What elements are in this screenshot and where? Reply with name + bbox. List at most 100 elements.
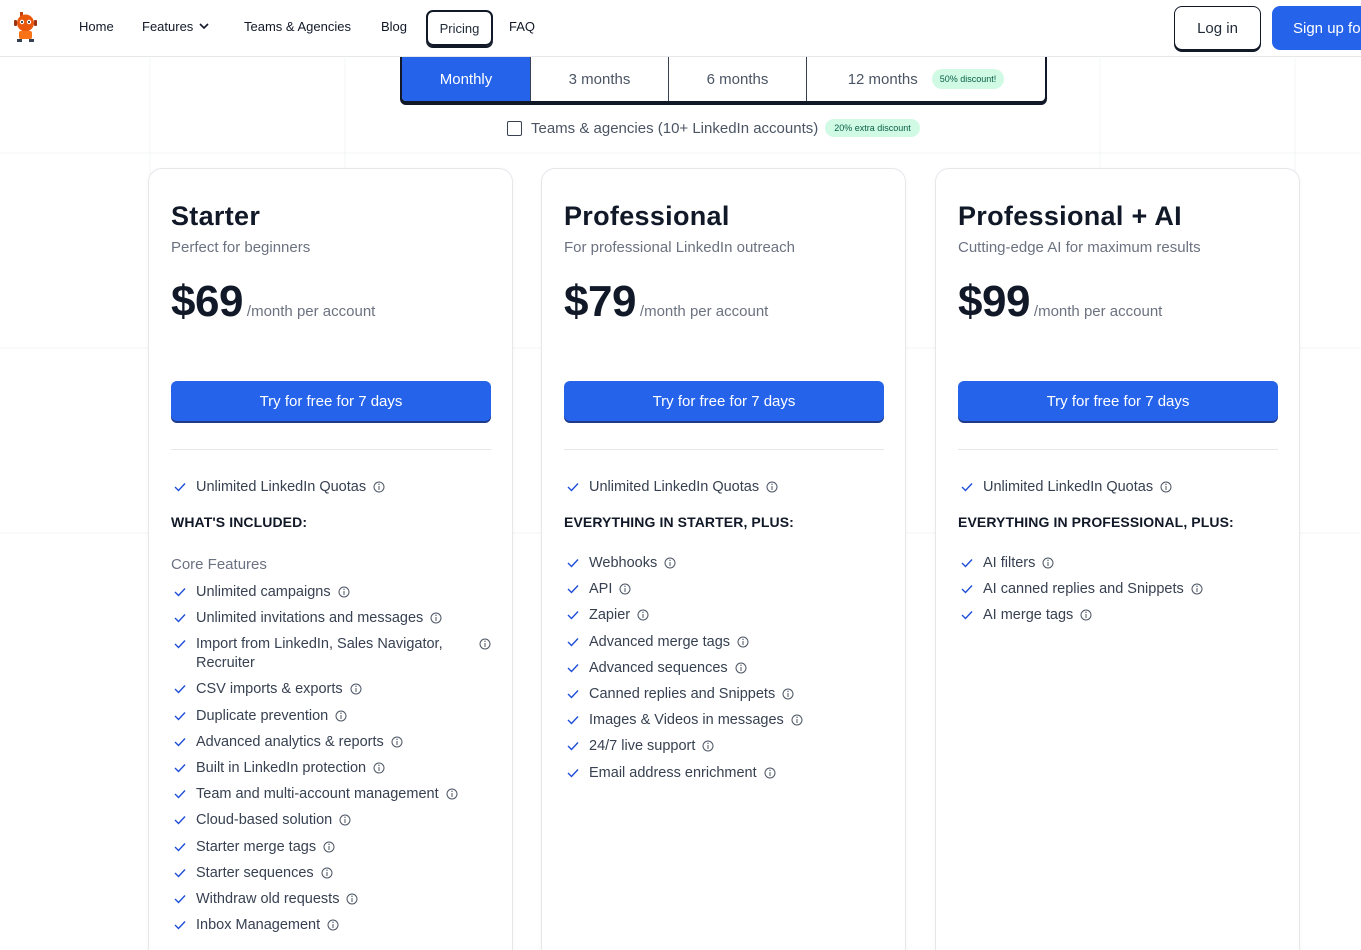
feature-item: Inbox Management [171, 916, 339, 935]
checkmark-icon [567, 764, 579, 782]
free-trial-button[interactable]: Try for free for 7 days [958, 381, 1278, 421]
info-icon[interactable] [782, 688, 794, 700]
plan-card-0: Starter Perfect for beginners $69/month pe… [148, 168, 513, 950]
teams-agencies-checkbox[interactable] [507, 120, 522, 136]
checkmark-icon [174, 583, 186, 601]
info-icon[interactable] [619, 583, 631, 595]
checkmark-icon [961, 580, 973, 598]
plan-name: Starter [171, 201, 261, 231]
info-icon[interactable] [764, 767, 776, 779]
info-icon[interactable] [346, 893, 358, 905]
feature-label: Cloud-based solution [196, 812, 333, 829]
feature-label: Unlimited LinkedIn Quotas [196, 479, 367, 495]
info-icon[interactable] [335, 710, 347, 722]
info-icon[interactable] [323, 841, 335, 853]
info-icon[interactable] [350, 683, 362, 695]
top-navbar: Home Features Teams & Agencies Blog Pric… [0, 0, 1361, 57]
checkmark-icon [567, 685, 579, 703]
info-icon[interactable] [766, 481, 778, 493]
price-amount: $99 [958, 277, 1030, 326]
feature-item: API [564, 580, 631, 599]
feature-item: Images & Videos in messages [564, 711, 803, 730]
group-heading: Core Features [171, 556, 267, 573]
checkmark-icon [174, 811, 186, 829]
tab-6-months[interactable]: 6 months [669, 57, 807, 101]
plan-subtitle: Cutting-edge AI for maximum results [958, 239, 1201, 256]
info-icon[interactable] [327, 919, 339, 931]
nav-faq-link[interactable]: FAQ [509, 19, 535, 34]
nav-home-link[interactable]: Home [79, 19, 114, 34]
feature-label: Email address enrichment [589, 764, 757, 781]
tab-12-months[interactable]: 12 months 50% discount! [807, 57, 1045, 101]
divider [564, 449, 884, 450]
nav-features-link[interactable]: Features [142, 19, 209, 34]
feature-label: AI canned replies and Snippets [983, 581, 1184, 598]
checkmark-icon [174, 707, 186, 725]
teams-agencies-toggle[interactable]: Teams & agencies (10+ LinkedIn accounts)… [507, 119, 920, 137]
info-icon[interactable] [430, 612, 442, 624]
robot-logo-icon[interactable] [11, 11, 40, 43]
nav-teams-link[interactable]: Teams & Agencies [244, 19, 351, 34]
info-icon[interactable] [735, 662, 747, 674]
info-icon[interactable] [373, 481, 385, 493]
info-icon[interactable] [1042, 557, 1054, 569]
info-icon[interactable] [321, 867, 333, 879]
info-icon[interactable] [664, 557, 676, 569]
plan-name: Professional [564, 201, 730, 231]
info-icon[interactable] [702, 740, 714, 752]
checkmark-icon [174, 609, 186, 627]
feature-item: Import from LinkedIn, Sales Navigator, R… [171, 635, 491, 673]
info-icon[interactable] [338, 586, 350, 598]
feature-item: Starter sequences [171, 864, 333, 883]
checkmark-icon [174, 890, 186, 908]
info-icon[interactable] [1160, 481, 1172, 493]
info-icon[interactable] [1080, 609, 1092, 621]
feature-label: Import from LinkedIn, Sales Navigator, R… [196, 636, 443, 672]
feature-label: Advanced sequences [589, 659, 728, 676]
feature-item: Advanced analytics & reports [171, 733, 403, 752]
info-icon[interactable] [637, 609, 649, 621]
checkmark-icon [174, 838, 186, 856]
divider [171, 449, 491, 450]
chevron-down-icon [199, 23, 209, 30]
checkmark-icon [567, 737, 579, 755]
signup-button[interactable]: Sign up fo [1272, 6, 1361, 50]
feature-item: Unlimited LinkedIn Quotas [564, 478, 778, 497]
feature-item: Zapier [564, 606, 649, 625]
free-trial-button[interactable]: Try for free for 7 days [171, 381, 491, 421]
tab-3-months[interactable]: 3 months [531, 57, 669, 101]
tab-monthly[interactable]: Monthly [402, 57, 531, 101]
info-icon[interactable] [373, 762, 385, 774]
info-icon[interactable] [1191, 583, 1203, 595]
price-amount: $79 [564, 277, 636, 326]
feature-item: Webhooks [564, 554, 676, 573]
info-icon[interactable] [339, 814, 351, 826]
feature-item: Unlimited LinkedIn Quotas [171, 478, 385, 497]
info-icon[interactable] [479, 638, 491, 650]
price-unit: /month per account [246, 303, 376, 320]
feature-label: CSV imports & exports [196, 681, 343, 698]
checkmark-icon [961, 554, 973, 572]
feature-label: Advanced analytics & reports [196, 733, 384, 750]
free-trial-button[interactable]: Try for free for 7 days [564, 381, 884, 421]
feature-label: AI filters [983, 555, 1036, 571]
section-heading: WHAT'S INCLUDED: [171, 514, 308, 530]
checkmark-icon [567, 606, 579, 624]
info-icon[interactable] [391, 736, 403, 748]
feature-label: Zapier [589, 607, 631, 624]
login-button[interactable]: Log in [1174, 6, 1261, 50]
discount-badge: 50% discount! [931, 69, 1005, 89]
billing-period-tabs: Monthly 3 months 6 months 12 months 50% … [400, 57, 1047, 103]
price-unit: /month per account [639, 303, 769, 320]
section-heading: EVERYTHING IN PROFESSIONAL, PLUS: [958, 514, 1234, 530]
info-icon[interactable] [791, 714, 803, 726]
nav-blog-link[interactable]: Blog [381, 19, 407, 34]
feature-item: AI filters [958, 554, 1054, 573]
feature-label: Team and multi-account management [196, 786, 439, 803]
info-icon[interactable] [737, 636, 749, 648]
feature-item: AI merge tags [958, 606, 1092, 625]
checkmark-icon [567, 711, 579, 729]
section-heading: EVERYTHING IN STARTER, PLUS: [564, 514, 794, 530]
info-icon[interactable] [446, 788, 458, 800]
nav-pricing-link[interactable]: Pricing [426, 10, 493, 46]
